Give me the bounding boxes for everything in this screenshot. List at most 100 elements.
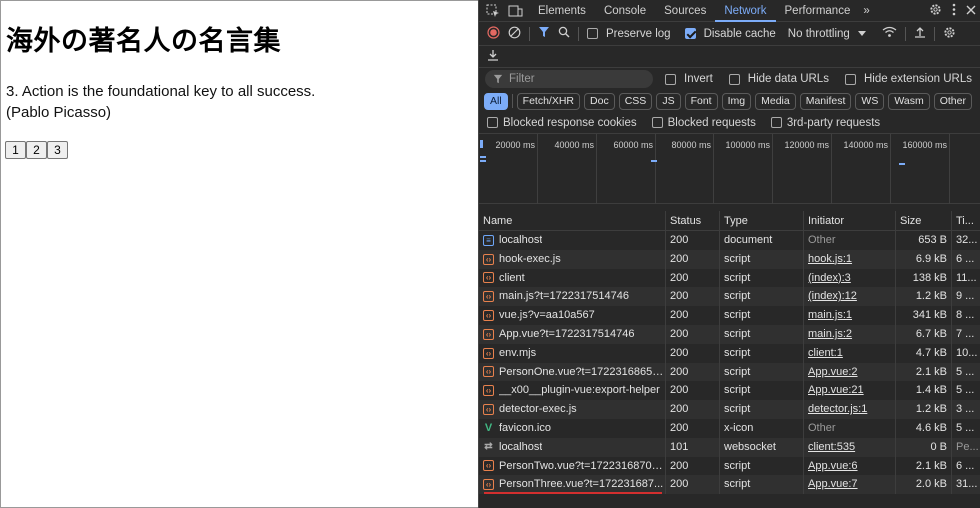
clear-icon[interactable] [508,26,521,42]
table-row[interactable]: ‹› detector-exec.js 200 script detector.js:1… [479,400,980,419]
tab-elements[interactable]: Elements [529,0,595,22]
table-row[interactable]: ‹› hook-exec.js 200 script hook.js:1 6.9 kB 6 … [479,249,980,269]
request-name[interactable]: ‹› App.vue?t=1722317514746 [479,324,666,344]
request-initiator[interactable]: App.vue:6 [804,456,896,476]
request-initiator[interactable]: App.vue:21 [804,381,896,401]
type-filter-fetch-xhr[interactable]: Fetch/XHR [516,92,581,110]
column-header-initiator[interactable]: Initiator [804,211,896,231]
column-header-status[interactable]: Status [666,211,720,231]
hide-data-urls-checkbox[interactable] [728,73,740,85]
settings-gear-icon[interactable] [929,3,942,19]
request-size: 1.4 kB [896,381,952,401]
table-row[interactable]: ‹› PersonOne.vue?t=17223168656... 200 scrip… [479,362,980,382]
throttling-select[interactable]: No throttling [788,28,850,40]
type-filter-other[interactable]: Other [933,92,972,110]
column-header-name[interactable]: Name [479,211,666,231]
table-row[interactable]: ‹› App.vue?t=1722317514746 200 script main.j… [479,324,980,344]
type-filter-js[interactable]: JS [656,92,681,110]
request-initiator[interactable]: client:1 [804,343,896,363]
tab-network[interactable]: Network [715,0,776,22]
request-name[interactable]: ‹› PersonTwo.vue?t=1722316870808 [479,456,666,476]
request-initiator[interactable]: App.vue:2 [804,362,896,382]
request-name[interactable]: ‹› detector-exec.js [479,400,666,419]
page-button-2[interactable]: 2 [26,141,47,159]
network-conditions-wifi-icon[interactable] [882,26,897,41]
device-toolbar-icon[interactable] [507,3,523,19]
request-initiator[interactable]: detector.js:1 [804,400,896,419]
third-party-checkbox[interactable] [770,117,782,128]
type-filter-font[interactable]: Font [684,92,718,110]
type-filter-img[interactable]: Img [721,92,752,110]
request-name[interactable]: ≡ localhost [479,231,666,250]
request-initiator[interactable]: App.vue:7 [804,475,896,495]
more-options-icon[interactable] [952,3,956,19]
request-name[interactable]: ‹› hook-exec.js [479,249,666,269]
blocked-requests-checkbox[interactable] [651,117,663,128]
table-row[interactable]: ⇄ localhost 101 websocket client:535 0 B Pe... [479,437,980,457]
request-name[interactable]: ‹› env.mjs [479,343,666,363]
column-header-type[interactable]: Type [720,211,804,231]
chevron-down-icon[interactable] [857,28,866,40]
request-name[interactable]: ‹› PersonOne.vue?t=17223168656... [479,362,666,382]
type-filter-ws[interactable]: WS [855,92,885,110]
request-name[interactable]: ‹› vue.js?v=aa10a567 [479,306,666,325]
table-row[interactable]: ≡ localhost 200 document Other 653 B 32... [479,231,980,250]
request-initiator[interactable]: (index):12 [804,287,896,307]
inspect-element-icon[interactable] [485,3,501,19]
type-filter-manifest[interactable]: Manifest [799,92,852,110]
type-divider [511,94,513,108]
type-filter-wasm[interactable]: Wasm [888,92,930,110]
request-name[interactable]: ‹› __x00__plugin-vue:export-helper [479,381,666,401]
type-filter-css[interactable]: CSS [618,92,653,110]
search-icon[interactable] [558,26,570,41]
request-initiator[interactable]: main.js:1 [804,306,896,325]
request-name[interactable]: ‹› client [479,268,666,288]
table-row[interactable]: ‹› main.js?t=1722317514746 200 script (index… [479,287,980,307]
request-name[interactable]: Vfavicon.ico [479,418,666,438]
request-name[interactable]: ⇄ localhost [479,437,666,457]
column-header-time[interactable]: Ti... [952,211,980,231]
type-filter-doc[interactable]: Doc [584,92,615,110]
invert-checkbox[interactable] [665,73,676,85]
disable-cache-checkbox[interactable] [684,28,696,39]
hide-extension-urls-checkbox[interactable] [844,73,856,85]
request-name[interactable]: ‹› main.js?t=1722317514746 [479,287,666,307]
page-button-1[interactable]: 1 [5,141,26,159]
close-devtools-icon[interactable] [966,5,976,18]
request-initiator[interactable]: hook.js:1 [804,249,896,269]
tab-performance[interactable]: Performance [776,0,860,22]
table-row[interactable]: ‹› client 200 script (index):3 138 kB 11... [479,268,980,288]
table-row[interactable]: Vfavicon.ico 200 x-icon Other 4.6 kB 5 ... [479,418,980,438]
table-row[interactable]: ‹› PersonTwo.vue?t=1722316870808 200 script… [479,456,980,476]
request-name-text: env.mjs [499,346,537,359]
type-filter-all[interactable]: All [484,92,508,110]
devtools-panel: Elements Console Sources Network Perform… [478,0,980,508]
table-row[interactable]: ‹› __x00__plugin-vue:export-helper 200 scri… [479,381,980,401]
request-name-text: localhost [499,440,543,453]
script-icon: ‹› [483,460,494,472]
filter-funnel-icon[interactable] [538,26,550,41]
tab-sources[interactable]: Sources [655,0,715,22]
export-har-icon[interactable] [487,49,499,64]
request-initiator[interactable]: main.js:2 [804,324,896,344]
record-icon[interactable] [487,25,500,42]
timeline-tick: 100000 ms [725,134,773,204]
blocked-cookies-checkbox[interactable] [487,117,498,128]
network-overview-timeline[interactable]: 20000 ms 40000 ms 60000 ms 80000 ms 1000… [479,134,980,204]
more-tabs-icon[interactable]: » [859,0,873,22]
script-icon: ‹› [483,328,494,340]
request-size: 0 B [896,437,952,457]
table-row[interactable]: ‹› vue.js?v=aa10a567 200 script main.js:1 341… [479,306,980,325]
table-row[interactable]: ‹› env.mjs 200 script client:1 4.7 kB 10... [479,343,980,363]
preserve-log-checkbox[interactable] [587,28,598,39]
request-initiator[interactable]: (index):3 [804,268,896,288]
column-header-size[interactable]: Size [896,211,952,231]
tab-console[interactable]: Console [595,0,655,22]
import-har-icon[interactable] [914,26,926,41]
request-initiator[interactable]: client:535 [804,437,896,457]
page-button-3[interactable]: 3 [47,141,68,159]
network-settings-gear-icon[interactable] [943,26,956,42]
filter-input[interactable]: Filter [485,70,653,88]
type-filter-media[interactable]: Media [755,92,796,110]
request-time: 8 ... [956,309,975,322]
